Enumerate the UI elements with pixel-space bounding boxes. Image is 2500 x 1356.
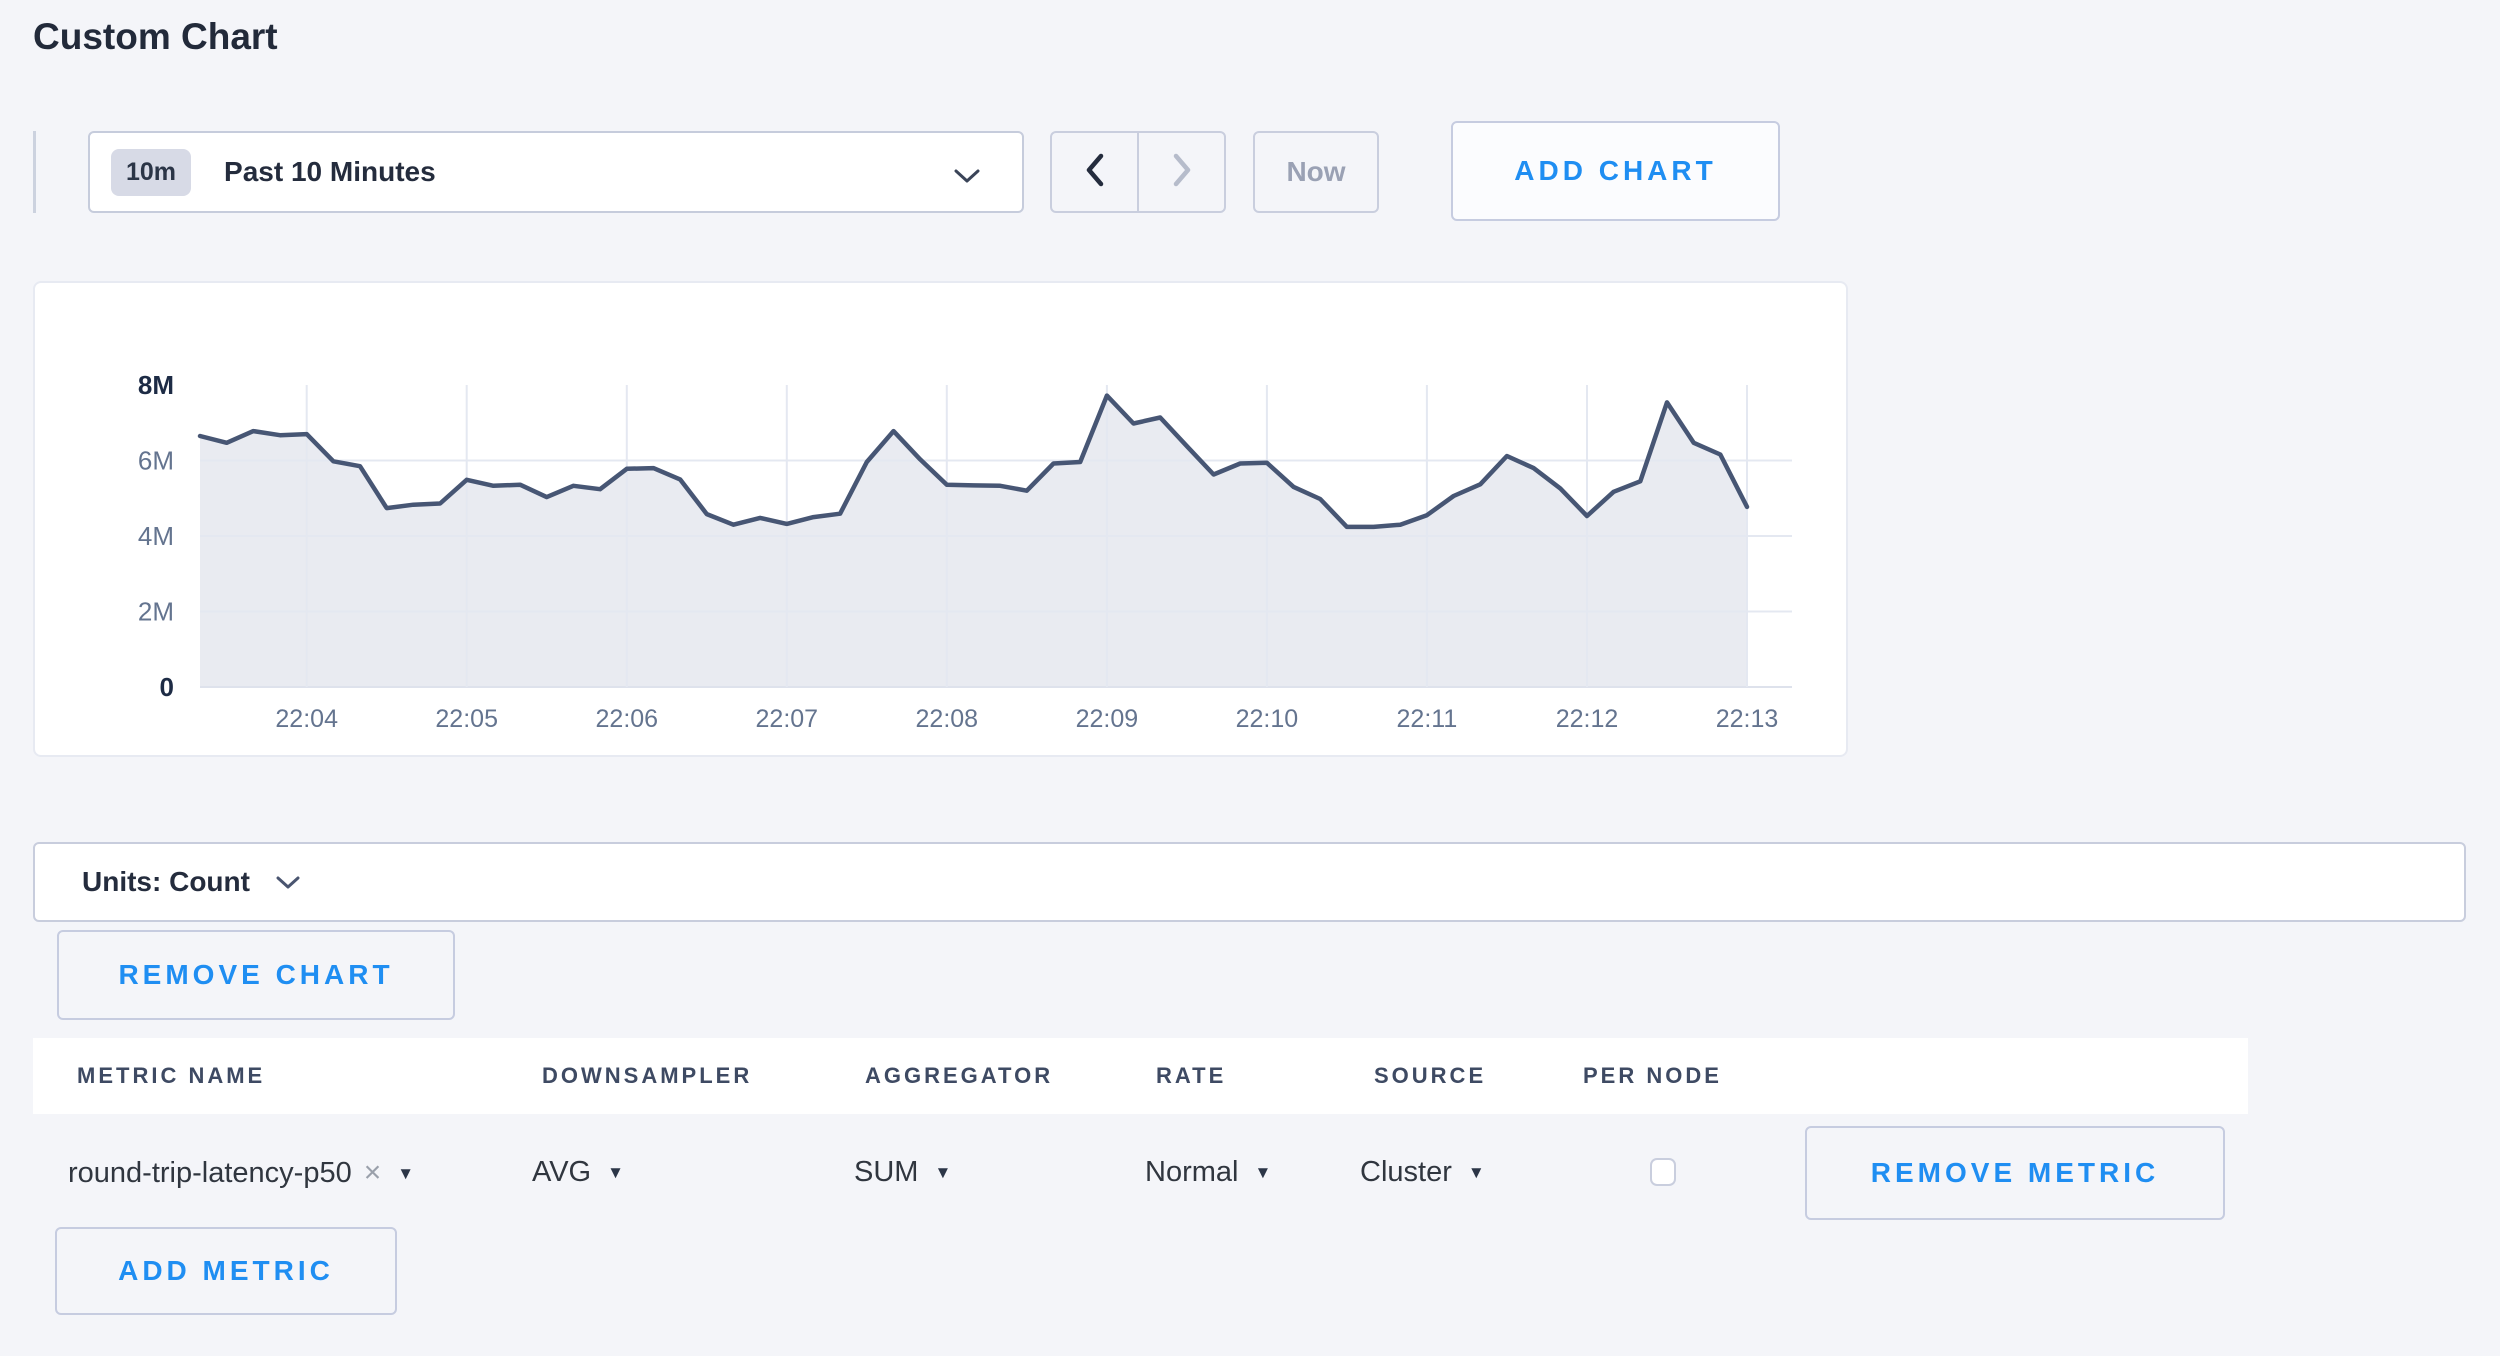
x-tick-label: 22:13 (1716, 705, 1779, 733)
time-range-badge: 10m (111, 149, 191, 196)
metric-name-value: round-trip-latency-p50 (68, 1157, 352, 1189)
y-tick-label: 4M (138, 521, 174, 551)
area-fill (200, 396, 1747, 687)
x-tick-label: 22:06 (596, 705, 659, 733)
units-select[interactable]: Units: Count (33, 842, 2466, 922)
x-tick-label: 22:12 (1556, 705, 1619, 733)
page-title: Custom Chart (33, 16, 278, 58)
y-tick-label: 2M (138, 597, 174, 627)
units-label: Units: Count (82, 866, 250, 898)
rate-value: Normal (1145, 1156, 1238, 1188)
time-next-button[interactable] (1139, 133, 1224, 211)
caret-down-icon: ▼ (1254, 1163, 1271, 1182)
x-tick-label: 22:08 (916, 705, 979, 733)
caret-down-icon: ▼ (397, 1164, 414, 1183)
time-range-label: Past 10 Minutes (224, 156, 436, 188)
x-tick-label: 22:05 (435, 705, 498, 733)
x-tick-label: 22:09 (1076, 705, 1139, 733)
x-tick-label: 22:11 (1397, 705, 1458, 733)
add-metric-button[interactable]: ADD METRIC (55, 1227, 397, 1315)
custom-chart-page: Custom Chart 10m Past 10 Minutes Now ADD… (0, 0, 2500, 1356)
source-select[interactable]: Cluster ▼ (1360, 1156, 1485, 1189)
controls-left-rule (33, 131, 36, 213)
column-header-per-node: PER NODE (1583, 1063, 1722, 1089)
caret-down-icon: ▼ (1468, 1163, 1485, 1182)
per-node-checkbox[interactable] (1650, 1158, 1676, 1186)
chevron-right-icon (1172, 153, 1192, 192)
x-tick-label: 22:04 (275, 705, 338, 733)
x-tick-label: 22:10 (1236, 705, 1299, 733)
time-nav-group (1050, 131, 1226, 213)
source-value: Cluster (1360, 1156, 1452, 1188)
chevron-down-icon (954, 169, 980, 188)
aggregator-select[interactable]: SUM ▼ (854, 1156, 951, 1189)
column-header-source: SOURCE (1374, 1063, 1486, 1089)
remove-chart-button[interactable]: REMOVE CHART (57, 930, 455, 1020)
time-range-select[interactable]: 10m Past 10 Minutes (88, 131, 1024, 213)
time-prev-button[interactable] (1052, 133, 1139, 211)
metric-name-select[interactable]: round-trip-latency-p50 × ▼ (68, 1156, 414, 1190)
column-header-rate: RATE (1156, 1063, 1226, 1089)
column-header-downsampler: DOWNSAMPLER (542, 1063, 752, 1089)
caret-down-icon: ▼ (934, 1163, 951, 1182)
y-tick-label: 8M (138, 370, 174, 400)
add-chart-button[interactable]: ADD CHART (1451, 121, 1780, 221)
column-header-metric-name: METRIC NAME (77, 1063, 265, 1089)
rate-select[interactable]: Normal ▼ (1145, 1156, 1271, 1189)
remove-metric-button[interactable]: REMOVE METRIC (1805, 1126, 2225, 1220)
column-header-aggregator: AGGREGATOR (865, 1063, 1053, 1089)
chart-card: 0 2M 4M 6M 8M 22:04 22:05 22:06 22:07 22:08 22:09 2… (33, 281, 1848, 757)
y-tick-label: 0 (160, 672, 174, 702)
remove-tag-icon[interactable]: × (364, 1156, 382, 1189)
x-tick-label: 22:07 (756, 705, 819, 733)
timeseries-chart: 0 2M 4M 6M 8M 22:04 22:05 22:06 22:07 22:08 22:09 2… (35, 283, 1846, 755)
caret-down-icon: ▼ (607, 1163, 624, 1182)
chevron-down-icon (276, 876, 300, 894)
now-button[interactable]: Now (1253, 131, 1379, 213)
y-tick-label: 6M (138, 446, 174, 476)
metric-table-header: METRIC NAME DOWNSAMPLER AGGREGATOR RATE … (33, 1038, 2248, 1114)
downsampler-value: AVG (532, 1156, 591, 1188)
downsampler-select[interactable]: AVG ▼ (532, 1156, 624, 1189)
chevron-left-icon (1085, 153, 1105, 192)
aggregator-value: SUM (854, 1156, 918, 1188)
